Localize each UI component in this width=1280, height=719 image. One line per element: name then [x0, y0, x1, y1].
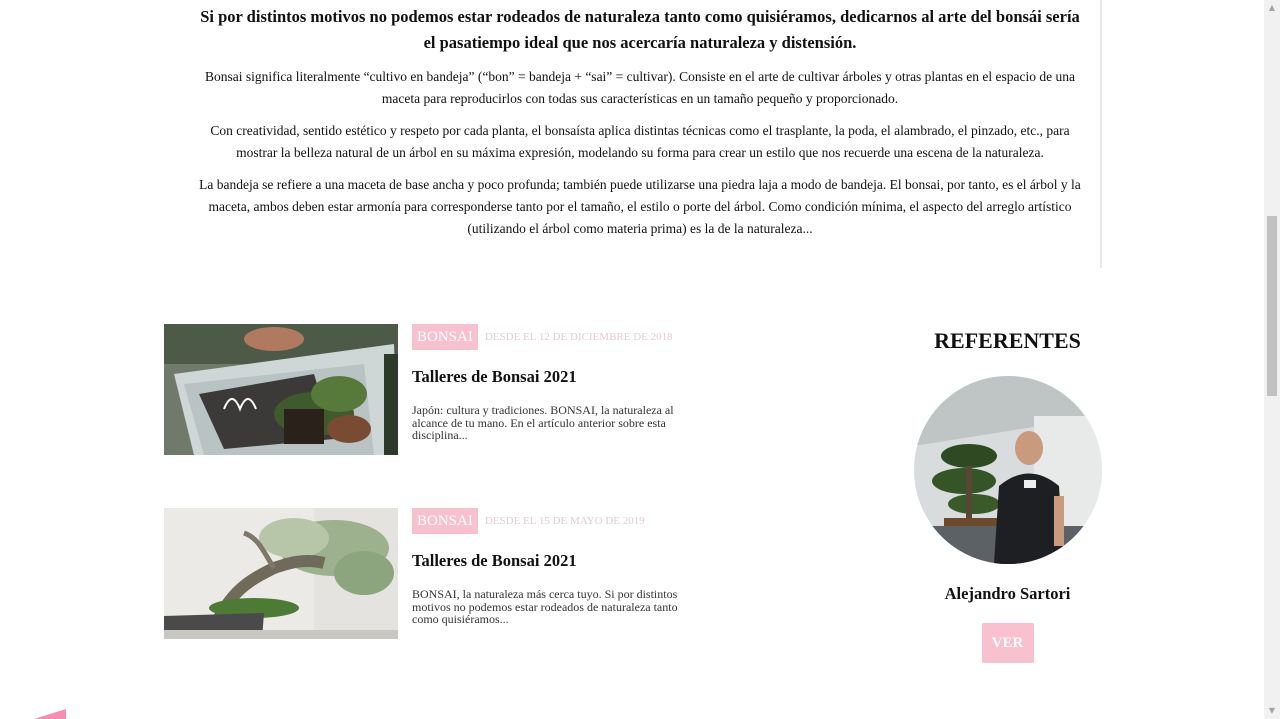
page-scrollbar[interactable]: ▲ ▼: [1264, 0, 1280, 719]
post-thumbnail[interactable]: [164, 508, 398, 639]
post-date: DESDE EL 12 DE DICIEMBRE DE 2018: [484, 331, 673, 343]
sidebar-heading: REFERENTES: [934, 328, 1081, 353]
post-excerpt: BONSAI, la naturaleza más cerca tuyo. Si…: [412, 587, 678, 626]
article-paragraph: Con creatividad, sentido estético y resp…: [210, 123, 1070, 160]
article-heading: Si por distintos motivos no podemos esta…: [200, 7, 1080, 52]
scroll-up-arrow-icon[interactable]: ▲: [1264, 0, 1280, 16]
scrollbar-thumb[interactable]: [1267, 216, 1277, 396]
post-meta: BONSAI DESDE EL 15 DE MAYO DE 2019: [412, 508, 645, 534]
pink-decoration-icon: [34, 709, 66, 719]
referent-name: Alejandro Sartori: [944, 584, 1071, 603]
post-card: BONSAI DESDE EL 15 DE MAYO DE 2019 Talle…: [164, 508, 704, 640]
post-thumbnail[interactable]: [164, 324, 398, 455]
post-meta: BONSAI DESDE EL 12 DE DICIEMBRE DE 2018: [412, 324, 673, 350]
post-date: DESDE EL 15 DE MAYO DE 2019: [484, 515, 645, 527]
article-paragraph: Bonsai significa literalmente “cultivo e…: [204, 69, 1075, 106]
category-badge[interactable]: BONSAI: [412, 508, 478, 534]
category-badge[interactable]: BONSAI: [412, 324, 478, 350]
ver-button[interactable]: VER: [981, 623, 1034, 663]
referent-avatar: [913, 376, 1102, 564]
referentes-sidebar: REFERENTES Alejandro Sartori VER: [905, 324, 1110, 663]
post-title[interactable]: Talleres de Bonsai 2021: [412, 551, 577, 571]
post-title[interactable]: Talleres de Bonsai 2021: [412, 367, 577, 387]
post-excerpt: Japón: cultura y tradiciones. BONSAI, la…: [412, 403, 674, 442]
post-card: BONSAI DESDE EL 12 DE DICIEMBRE DE 2018 …: [164, 324, 704, 456]
article-paragraph: La bandeja se refiere a una maceta de ba…: [199, 177, 1081, 236]
scroll-down-arrow-icon[interactable]: ▼: [1264, 703, 1280, 719]
article-intro: Si por distintos motivos no podemos esta…: [180, 0, 1102, 268]
